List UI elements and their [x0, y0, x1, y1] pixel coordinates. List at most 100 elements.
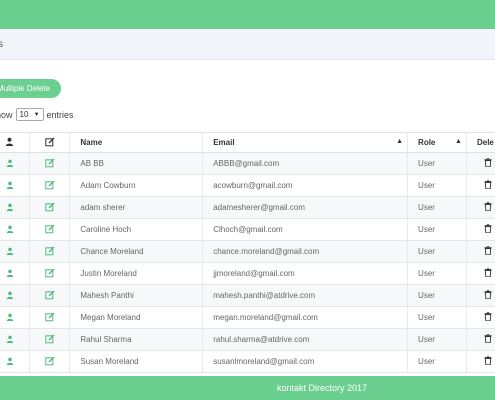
table-row: Susan Moreland susanlmoreland@gmail.com … — [0, 350, 495, 373]
cell-email: mahesh.panthi@atdrive.com — [202, 284, 409, 307]
user-icon-cell — [0, 284, 31, 307]
edit-icon-cell — [29, 284, 71, 307]
header-delete-label: Dele — [476, 138, 494, 147]
top-bar — [0, 0, 495, 29]
header-role-label: Role — [418, 138, 436, 147]
user-icon-cell — [0, 196, 31, 219]
edit-icon[interactable] — [45, 312, 55, 322]
trash-icon[interactable] — [484, 180, 492, 189]
table-row: Rahul Sharma rahul.sharma@atdrive.com Us… — [0, 328, 495, 351]
user-icon-cell — [0, 218, 31, 241]
trash-icon[interactable] — [484, 246, 492, 255]
edit-icon[interactable] — [45, 290, 55, 300]
edit-icon[interactable] — [45, 334, 55, 344]
delete-cell — [466, 328, 495, 351]
user-icon[interactable] — [6, 203, 14, 211]
edit-icon-cell — [29, 262, 71, 285]
table-row: Adam Cowburn acowburn@gmail.com User — [0, 174, 495, 197]
delete-cell — [466, 152, 495, 175]
delete-cell — [466, 240, 495, 263]
table-header-row: Name Email ▲ Role ▲ Dele — [0, 132, 495, 153]
cell-role: User — [407, 218, 467, 241]
edit-icon-cell — [29, 306, 71, 329]
edit-icon-cell — [29, 240, 71, 263]
trash-icon[interactable] — [484, 356, 492, 365]
sort-asc-icon: ▲ — [455, 138, 462, 145]
table-row: Mahesh Panthi mahesh.panthi@atdrive.com … — [0, 284, 495, 307]
trash-icon[interactable] — [484, 334, 492, 343]
multiple-delete-button[interactable]: Multiple Delete — [0, 79, 61, 98]
edit-icon-cell — [29, 152, 71, 175]
cell-email: megan.moreland@gmail.com — [202, 306, 409, 329]
sort-asc-icon: ▲ — [396, 138, 404, 145]
entries-select-value: 10 — [19, 110, 29, 119]
header-user-icon-col — [0, 132, 31, 153]
header-role[interactable]: Role ▲ — [407, 132, 467, 153]
user-icon[interactable] — [6, 357, 14, 365]
edit-icon — [45, 137, 55, 147]
cell-name: Justin Moreland — [69, 262, 204, 285]
cell-role: User — [407, 328, 467, 351]
header-email[interactable]: Email ▲ — [202, 132, 409, 153]
table-row: adam sherer adamesherer@gmail.com User — [0, 196, 495, 219]
cell-role: User — [407, 306, 467, 329]
edit-icon-cell — [29, 196, 71, 219]
user-icon[interactable] — [6, 313, 14, 321]
trash-icon[interactable] — [484, 268, 492, 277]
edit-icon[interactable] — [45, 224, 55, 234]
cell-role: User — [407, 350, 467, 373]
chevron-down-icon: ▼ — [33, 111, 40, 118]
header-name[interactable]: Name — [69, 132, 204, 153]
user-icon[interactable] — [6, 291, 14, 299]
delete-cell — [466, 262, 495, 285]
cell-email: rahul.sharma@atdrive.com — [202, 328, 409, 351]
cell-email: adamesherer@gmail.com — [202, 196, 409, 219]
cell-name: AB BB — [69, 152, 204, 175]
cell-name: Adam Cowburn — [69, 174, 204, 197]
edit-icon-cell — [29, 328, 71, 351]
cell-email: jjmoreland@gmail.com — [202, 262, 409, 285]
table-row: Chance Moreland chance.moreland@gmail.co… — [0, 240, 495, 263]
user-icon[interactable] — [6, 159, 14, 167]
show-label: how — [0, 109, 13, 120]
user-icon-cell — [0, 262, 31, 285]
user-icon[interactable] — [6, 181, 14, 189]
user-icon[interactable] — [6, 335, 14, 343]
cell-role: User — [407, 152, 467, 175]
trash-icon[interactable] — [484, 290, 492, 299]
table-row: Justin Moreland jjmoreland@gmail.com Use… — [0, 262, 495, 285]
cell-name: Mahesh Panthi — [69, 284, 204, 307]
edit-icon[interactable] — [45, 268, 55, 278]
cell-email: Clhoch@gmail.com — [202, 218, 409, 241]
table-row: Caroline Hoch Clhoch@gmail.com User — [0, 218, 495, 241]
trash-icon[interactable] — [484, 158, 492, 167]
cell-role: User — [407, 174, 467, 197]
user-icon[interactable] — [6, 269, 14, 277]
footer-text: kontakt Directory 2017 — [277, 383, 368, 393]
cell-name: Megan Moreland — [69, 306, 204, 329]
cell-name: Chance Moreland — [69, 240, 204, 263]
user-icon-cell — [0, 240, 31, 263]
trash-icon[interactable] — [484, 224, 492, 233]
user-icon — [5, 137, 14, 146]
trash-icon[interactable] — [484, 202, 492, 211]
entries-select[interactable]: 10 ▼ — [15, 108, 44, 121]
trash-icon[interactable] — [484, 312, 492, 321]
cell-name: Caroline Hoch — [69, 218, 204, 241]
users-table: Name Email ▲ Role ▲ Dele AB BB ABBB@gmail.… — [0, 132, 495, 373]
edit-icon[interactable] — [45, 180, 55, 190]
cell-email: acowburn@gmail.com — [202, 174, 409, 197]
cell-email: susanlmoreland@gmail.com — [202, 350, 409, 373]
header-delete: Dele — [466, 132, 495, 153]
delete-cell — [466, 218, 495, 241]
edit-icon[interactable] — [45, 202, 55, 212]
user-icon[interactable] — [6, 225, 14, 233]
edit-icon[interactable] — [45, 356, 55, 366]
edit-icon[interactable] — [45, 246, 55, 256]
edit-icon[interactable] — [45, 158, 55, 168]
delete-cell — [466, 306, 495, 329]
user-icon-cell — [0, 350, 31, 373]
cell-role: User — [407, 284, 467, 307]
user-icon[interactable] — [6, 247, 14, 255]
cell-role: User — [407, 262, 467, 285]
